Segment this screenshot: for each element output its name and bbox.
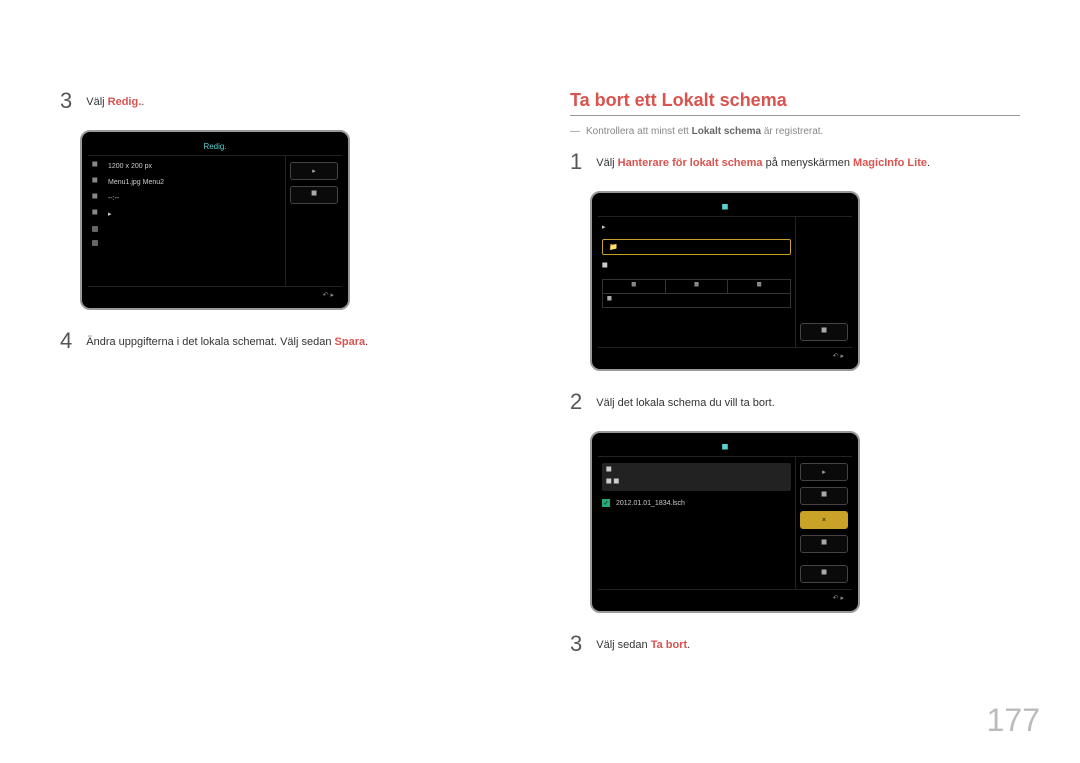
- tv-screenshot-manager: ⯀ ▸ 📁 ⯀ ⯀ ⯀ ⯀: [590, 191, 860, 371]
- step-number: 3: [60, 90, 72, 112]
- step-text: Välj Hanterare för lokalt schema på meny…: [596, 151, 930, 169]
- accent-word: Spara: [335, 336, 366, 348]
- file-list-box: ⯀ ⯀ ⯀ ⯀: [602, 279, 791, 308]
- tv-left-panel: ⯀ ⯀ ⯀ ✓ 2012.01.01_1834.lsch: [598, 457, 796, 589]
- file-row: ⯀: [603, 294, 790, 307]
- tv-side-button[interactable]: ⯀: [800, 323, 848, 341]
- return-icon: ↶ ▸: [323, 291, 334, 299]
- dash-icon: ―: [570, 126, 580, 137]
- tv-side-button[interactable]: ⯀: [800, 535, 848, 553]
- accent-word: Redig.: [108, 96, 142, 108]
- return-icon: ↶ ▸: [833, 594, 844, 602]
- right-column: Ta bort ett Lokalt schema ― Kontrollera …: [570, 90, 1020, 673]
- tv-side-button[interactable]: ⯀: [290, 186, 338, 204]
- tv-left-panel: ▸ 📁 ⯀ ⯀ ⯀ ⯀: [598, 217, 796, 347]
- step-text: Välj det lokala schema du vill ta bort.: [596, 391, 775, 409]
- tv-screenshot-delete: ⯀ ⯀ ⯀ ⯀ ✓ 2012.01.01_1834.lsch ▸: [590, 431, 860, 613]
- tv-row-val: 1200 x 200 px: [108, 163, 152, 170]
- dot-icon: [92, 226, 98, 232]
- section-title: Ta bort ett Lokalt schema: [570, 90, 1020, 116]
- step-3-right: 3 Välj sedan Ta bort.: [570, 633, 1020, 655]
- tv-side-button[interactable]: ⯀: [800, 565, 848, 583]
- step-1-right: 1 Välj Hanterare för lokalt schema på me…: [570, 151, 1020, 173]
- step-number: 2: [570, 391, 582, 413]
- left-column: 3 Välj Redig.. Redig. ⯀1200 x 200 px ⯀Me…: [60, 90, 510, 673]
- tv-row-val: Menu1.jpg Menu2: [108, 179, 164, 186]
- tv-side-button[interactable]: ▸: [290, 162, 338, 180]
- tv-right-panel: ⯀: [796, 217, 852, 347]
- text-pre: Ändra uppgifterna i det lokala schemat. …: [86, 336, 334, 348]
- file-name: 2012.01.01_1834.lsch: [616, 500, 685, 507]
- text-pre: Välj: [86, 96, 107, 108]
- tv-row-val: ⯀: [602, 263, 608, 271]
- col-head: ⯀: [603, 280, 666, 293]
- tv-bottom-bar: ↶ ▸: [598, 589, 852, 605]
- text-post: .: [141, 96, 144, 108]
- dot-icon: [92, 240, 98, 246]
- tv-title: ⯀: [598, 439, 852, 457]
- tv-side-button[interactable]: ▸: [800, 463, 848, 481]
- folder-icon: 📁: [609, 243, 618, 251]
- tv-row-val: ▸: [602, 223, 606, 231]
- manual-page: 3 Välj Redig.. Redig. ⯀1200 x 200 px ⯀Me…: [0, 0, 1080, 713]
- page-number: 177: [987, 702, 1040, 739]
- step-number: 4: [60, 330, 72, 352]
- tv-left-panel: ⯀1200 x 200 px ⯀Menu1.jpg Menu2 ⯀--:-- ⯀…: [88, 156, 286, 286]
- tv-row-val: ▸: [108, 210, 112, 218]
- step-text: Välj Redig..: [86, 90, 144, 108]
- tv-bottom-bar: ↶ ▸: [598, 347, 852, 363]
- tv-title: Redig.: [88, 138, 342, 156]
- step-number: 3: [570, 633, 582, 655]
- tv-row-val: --:--: [108, 195, 119, 202]
- tv-side-button[interactable]: ⯀: [800, 487, 848, 505]
- step-2-right: 2 Välj det lokala schema du vill ta bort…: [570, 391, 1020, 413]
- accent-word: MagicInfo Lite: [853, 157, 927, 169]
- tv-right-panel: ▸ ⯀ × ⯀ ⯀: [796, 457, 852, 589]
- step-text: Ändra uppgifterna i det lokala schemat. …: [86, 330, 368, 348]
- accent-word: Ta bort: [651, 639, 687, 651]
- tv-screenshot-edit: Redig. ⯀1200 x 200 px ⯀Menu1.jpg Menu2 ⯀…: [80, 130, 350, 310]
- file-item[interactable]: ✓ 2012.01.01_1834.lsch: [602, 499, 791, 507]
- selected-row[interactable]: 📁: [602, 239, 791, 255]
- accent-word: Hanterare för lokalt schema: [618, 157, 763, 169]
- tv-right-panel: ▸ ⯀: [286, 156, 342, 286]
- tv-title: ⯀: [598, 199, 852, 217]
- step-4-left: 4 Ändra uppgifterna i det lokala schemat…: [60, 330, 510, 352]
- note-line: ― Kontrollera att minst ett Lokalt schem…: [570, 126, 1020, 137]
- note-text: Kontrollera att minst ett Lokalt schema …: [586, 126, 823, 137]
- step-number: 1: [570, 151, 582, 173]
- col-head: ⯀: [666, 280, 729, 293]
- tv-row-val: ⯀ ⯀: [606, 479, 619, 487]
- step-3-left: 3 Välj Redig..: [60, 90, 510, 112]
- check-icon: ✓: [602, 499, 610, 507]
- tv-row-val: ⯀: [606, 467, 612, 475]
- text-post: .: [365, 336, 368, 348]
- col-head: ⯀: [728, 280, 790, 293]
- tv-side-button-selected[interactable]: ×: [800, 511, 848, 529]
- tv-bottom-bar: ↶ ▸: [88, 286, 342, 302]
- return-icon: ↶ ▸: [833, 352, 844, 360]
- step-text: Välj sedan Ta bort.: [596, 633, 690, 651]
